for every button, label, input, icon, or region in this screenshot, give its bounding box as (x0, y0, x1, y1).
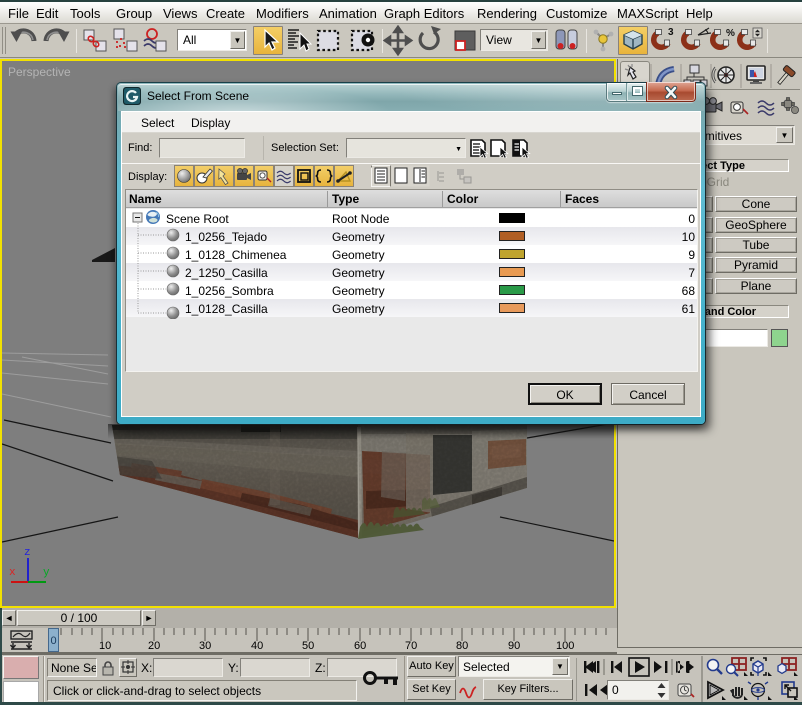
svg-text:z: z (24, 547, 31, 559)
svg-text:x: x (9, 567, 16, 579)
svg-text:%: % (726, 28, 735, 39)
svg-text:y: y (43, 567, 50, 579)
svg-text:3: 3 (668, 27, 674, 38)
